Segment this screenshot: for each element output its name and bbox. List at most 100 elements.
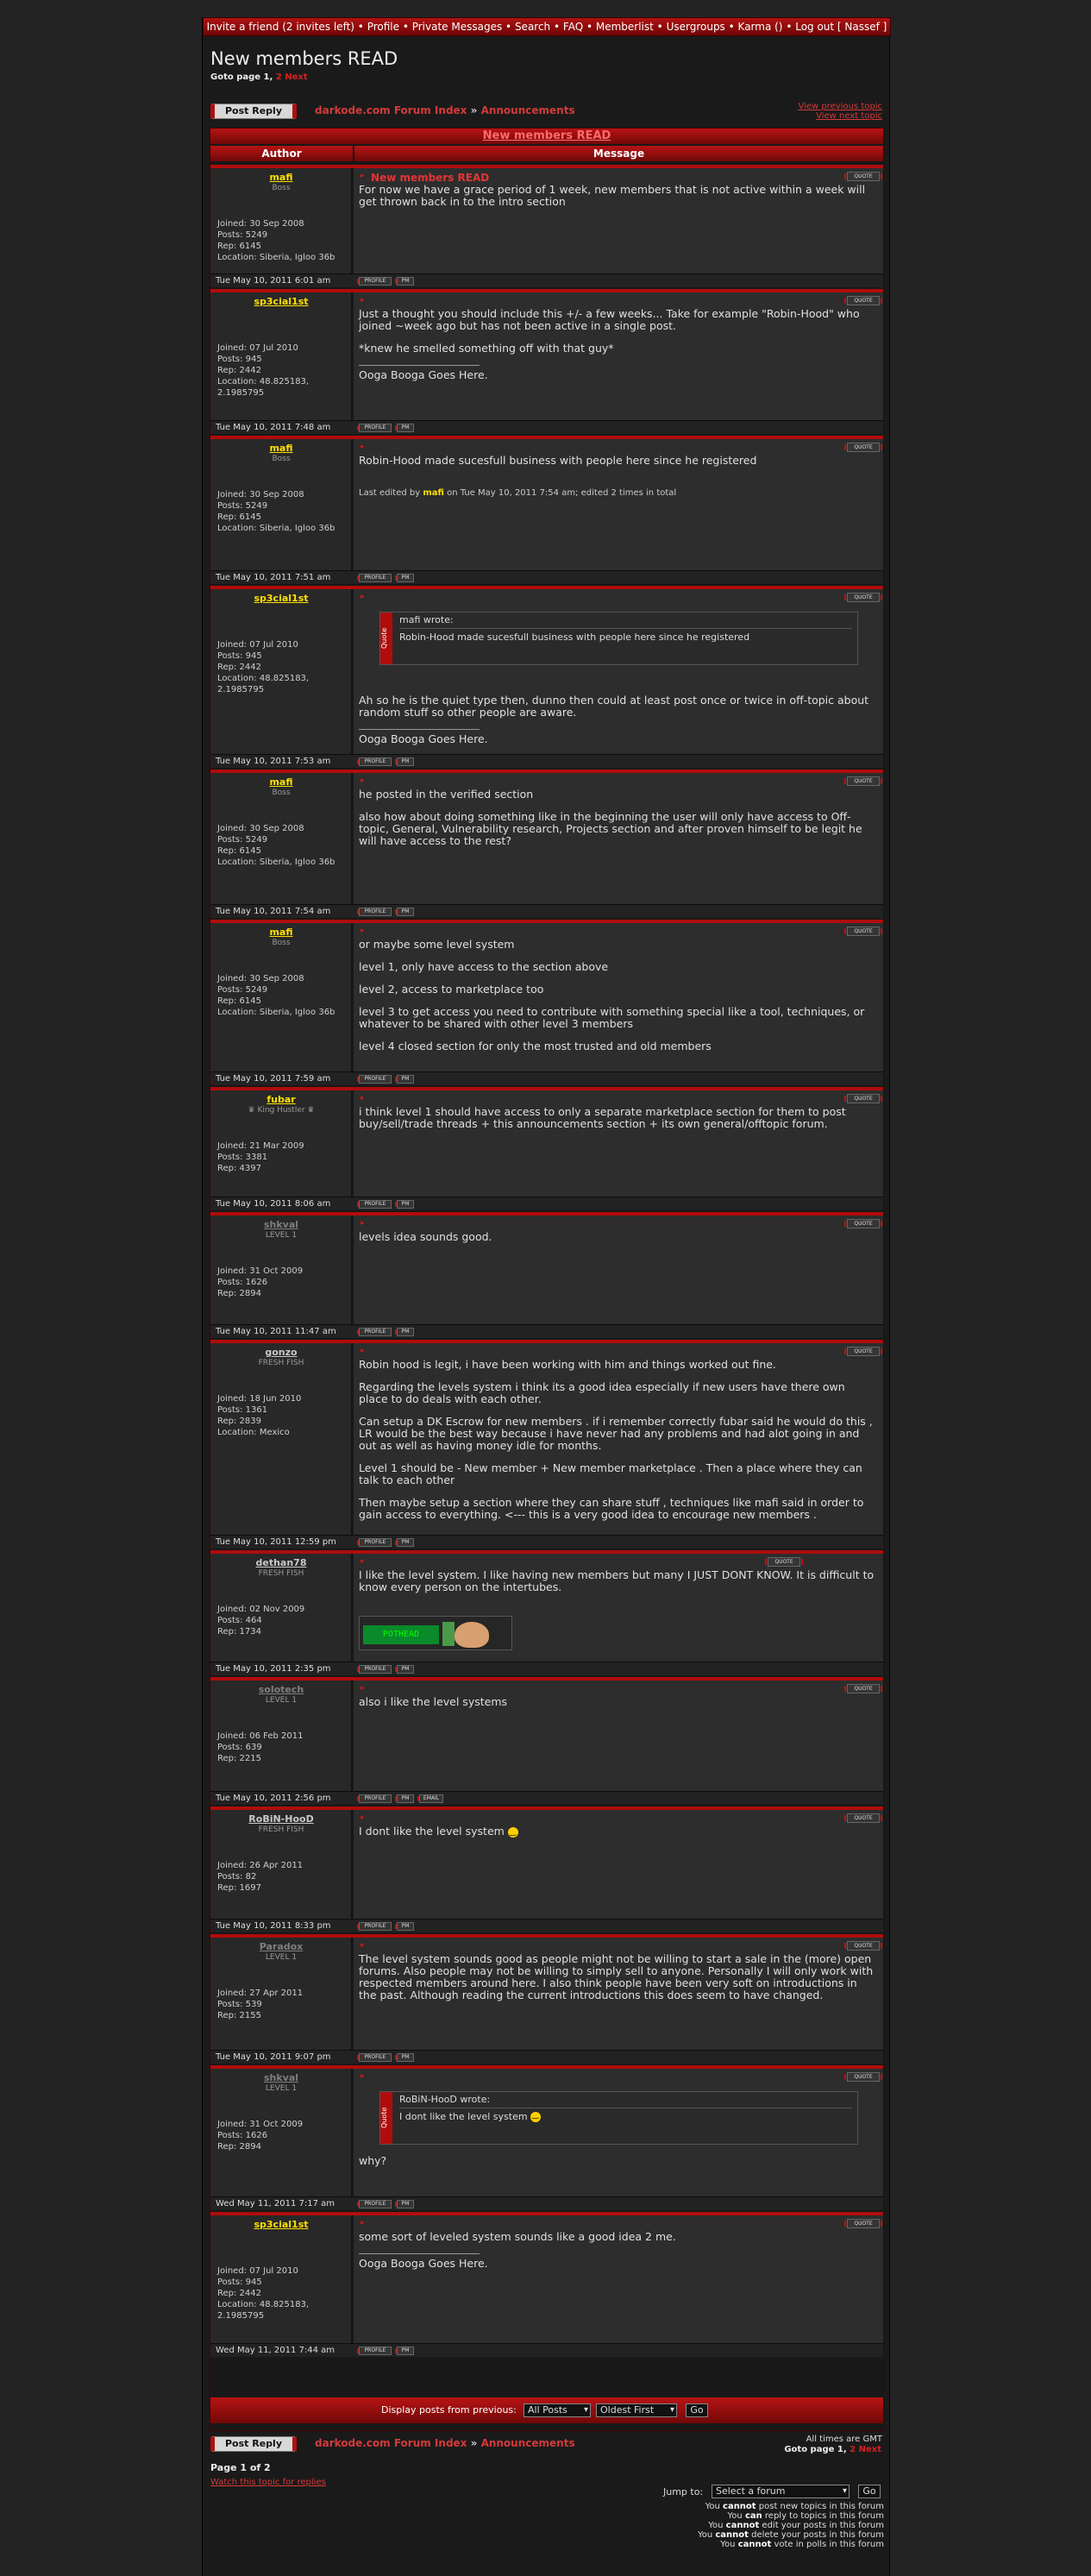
edited-note: Last edited by mafi on Tue May 10, 2011 … bbox=[359, 488, 677, 498]
author-info-line: Rep: 4397 bbox=[217, 1164, 261, 1173]
profile-button[interactable]: PROFILE bbox=[357, 908, 392, 916]
nav-item-7[interactable]: Karma () bbox=[738, 21, 783, 33]
watch-topic-link[interactable]: Watch this topic for replies bbox=[210, 2478, 326, 2487]
pm-button[interactable]: PM bbox=[395, 908, 414, 916]
quote-button[interactable]: QUOTE bbox=[844, 296, 882, 305]
author-name-link[interactable]: RoBiN-HooD bbox=[210, 1813, 352, 1825]
post-footer: Tue May 10, 2011 2:56 pm PROFILE PM EMAIL bbox=[210, 1791, 883, 1805]
breadcrumb-index-link[interactable]: darkode.com Forum Index bbox=[315, 104, 467, 116]
quote-button[interactable]: QUOTE bbox=[844, 1813, 882, 1823]
author-name-link[interactable]: mafi bbox=[210, 927, 352, 938]
breadcrumb-index-link-bottom[interactable]: darkode.com Forum Index bbox=[315, 2437, 467, 2449]
pm-button[interactable]: PM bbox=[395, 424, 414, 432]
signature-divider bbox=[359, 729, 480, 730]
author-name-link[interactable]: mafi bbox=[210, 172, 352, 183]
next-page-link[interactable]: Next bbox=[285, 72, 307, 82]
post-paragraph: Level 1 should be - New member + New mem… bbox=[359, 1461, 862, 1486]
topic-title-link[interactable]: New members READ bbox=[210, 129, 883, 144]
pm-button[interactable]: PM bbox=[395, 2053, 414, 2062]
nav-item-2[interactable]: Private Messages bbox=[412, 21, 503, 33]
post-reply-button[interactable]: Post Reply bbox=[210, 104, 297, 119]
pm-button[interactable]: PM bbox=[395, 1538, 414, 1547]
quote-button[interactable]: QUOTE bbox=[765, 1557, 803, 1567]
profile-button[interactable]: PROFILE bbox=[357, 757, 392, 766]
profile-button[interactable]: PROFILE bbox=[357, 2053, 392, 2062]
pm-button[interactable]: PM bbox=[395, 2200, 414, 2208]
nav-item-3[interactable]: Search bbox=[515, 21, 550, 33]
jump-go-button[interactable]: Go bbox=[858, 2485, 881, 2498]
pm-button[interactable]: PM bbox=[395, 757, 414, 766]
quote-button[interactable]: QUOTE bbox=[844, 1684, 882, 1693]
nav-item-0[interactable]: Invite a friend (2 invites left) bbox=[207, 21, 354, 33]
quote-button[interactable]: QUOTE bbox=[844, 1347, 882, 1356]
author-name-link[interactable]: shkval bbox=[210, 2072, 352, 2083]
quote-button[interactable]: QUOTE bbox=[844, 1094, 882, 1103]
author-name-link[interactable]: shkval bbox=[210, 1219, 352, 1230]
profile-button[interactable]: PROFILE bbox=[357, 277, 392, 286]
profile-button[interactable]: PROFILE bbox=[357, 1200, 392, 1209]
view-next-topic-link[interactable]: View next topic bbox=[737, 111, 882, 121]
pm-button[interactable]: PM bbox=[395, 1075, 414, 1084]
author-name-link[interactable]: sp3cial1st bbox=[210, 2219, 352, 2230]
pm-button[interactable]: PM bbox=[395, 574, 414, 582]
author-name-link[interactable]: mafi bbox=[210, 443, 352, 454]
profile-button[interactable]: PROFILE bbox=[357, 424, 392, 432]
quote-button[interactable]: QUOTE bbox=[844, 2072, 882, 2082]
quote-button[interactable]: QUOTE bbox=[844, 172, 882, 181]
pm-button[interactable]: PM bbox=[395, 2347, 414, 2355]
post-paragraph: level 2, access to marketplace too bbox=[359, 983, 544, 996]
quote-button[interactable]: QUOTE bbox=[844, 776, 882, 786]
page-2-link-bottom[interactable]: 2 bbox=[850, 2445, 856, 2454]
display-go-button[interactable]: Go bbox=[686, 2403, 708, 2417]
quote-button[interactable]: QUOTE bbox=[844, 2219, 882, 2228]
author-info-line: Posts: 5249 bbox=[217, 501, 268, 511]
quote-button[interactable]: QUOTE bbox=[844, 1219, 882, 1228]
quote-button[interactable]: QUOTE bbox=[844, 927, 882, 936]
quote-button[interactable]: QUOTE bbox=[844, 443, 882, 452]
profile-button[interactable]: PROFILE bbox=[357, 1075, 392, 1084]
author-name-link[interactable]: sp3cial1st bbox=[210, 296, 352, 307]
page-2-link[interactable]: 2 bbox=[276, 72, 282, 82]
quote-button[interactable]: QUOTE bbox=[844, 1941, 882, 1951]
nav-item-8[interactable]: Log out [ Nassef ] bbox=[795, 21, 887, 33]
profile-button[interactable]: PROFILE bbox=[357, 574, 392, 582]
email-button[interactable]: EMAIL bbox=[417, 1794, 443, 1803]
days-select[interactable]: All Posts bbox=[524, 2403, 591, 2417]
author-name-link[interactable]: dethan78 bbox=[210, 1557, 352, 1568]
post-icon: ▸ bbox=[361, 1347, 365, 1355]
pm-button[interactable]: PM bbox=[395, 1794, 414, 1803]
nav-item-6[interactable]: Usergroups bbox=[667, 21, 725, 33]
profile-button[interactable]: PROFILE bbox=[357, 1794, 392, 1803]
breadcrumb-forum-link[interactable]: Announcements bbox=[481, 104, 575, 116]
author-name-link[interactable]: fubar bbox=[210, 1094, 352, 1105]
pm-button[interactable]: PM bbox=[395, 277, 414, 286]
profile-button[interactable]: PROFILE bbox=[357, 1922, 392, 1931]
nav-item-4[interactable]: FAQ bbox=[563, 21, 583, 33]
profile-button[interactable]: PROFILE bbox=[357, 1328, 392, 1336]
breadcrumb-forum-link-bottom[interactable]: Announcements bbox=[481, 2437, 575, 2449]
author-info: Joined: 31 Oct 2009 Posts: 1626 Rep: 2894 bbox=[217, 1266, 347, 1299]
author-info-line: Posts: 1361 bbox=[217, 1405, 268, 1415]
pm-button[interactable]: PM bbox=[395, 1328, 414, 1336]
pm-button[interactable]: PM bbox=[395, 1922, 414, 1931]
order-select[interactable]: Oldest First bbox=[596, 2403, 677, 2417]
pm-button[interactable]: PM bbox=[395, 1200, 414, 1209]
profile-button[interactable]: PROFILE bbox=[357, 1665, 392, 1674]
author-name-link[interactable]: solotech bbox=[210, 1684, 352, 1695]
author-name-link[interactable]: sp3cial1st bbox=[210, 593, 352, 604]
next-page-link-bottom[interactable]: Next bbox=[859, 2445, 881, 2454]
quote-button[interactable]: QUOTE bbox=[844, 593, 882, 602]
post-reply-button-bottom[interactable]: Post Reply bbox=[210, 2436, 297, 2452]
author-name-link[interactable]: Paradox bbox=[210, 1941, 352, 1952]
pm-button[interactable]: PM bbox=[395, 1665, 414, 1674]
view-previous-topic-link[interactable]: View previous topic bbox=[737, 102, 882, 111]
author-name-link[interactable]: mafi bbox=[210, 776, 352, 788]
profile-button[interactable]: PROFILE bbox=[357, 2347, 392, 2355]
jump-to-select[interactable]: Select a forum bbox=[712, 2485, 850, 2498]
profile-button[interactable]: PROFILE bbox=[357, 1538, 392, 1547]
nav-item-1[interactable]: Profile bbox=[367, 21, 399, 33]
author-info-line: Posts: 82 bbox=[217, 1872, 257, 1882]
nav-item-5[interactable]: Memberlist bbox=[596, 21, 654, 33]
profile-button[interactable]: PROFILE bbox=[357, 2200, 392, 2208]
author-name-link[interactable]: gonzo bbox=[210, 1347, 352, 1358]
